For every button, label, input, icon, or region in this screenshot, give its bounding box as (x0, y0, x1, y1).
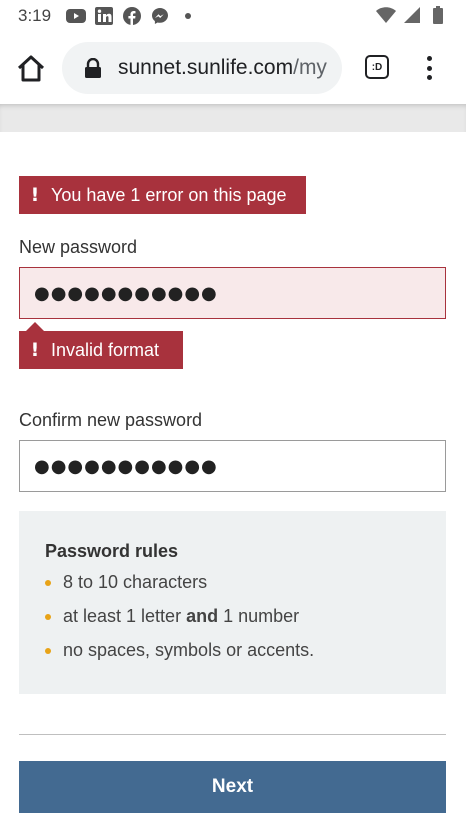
confirm-password-label: Confirm new password (19, 410, 203, 430)
rule-item: at least 1 letter and 1 number (45, 602, 420, 636)
url-bar[interactable]: sunnet.sunlife.com/my (62, 42, 342, 94)
new-password-input[interactable]: ●●●●●●●●●●● (19, 267, 446, 319)
inline-error-text: Invalid format (51, 339, 160, 360)
browser-toolbar: sunnet.sunlife.com/my :D (0, 32, 466, 104)
home-button[interactable] (16, 54, 46, 84)
menu-dot (426, 56, 432, 61)
url-domain: sunnet.sunlife.com (118, 56, 294, 79)
rule-item: 8 to 10 characters (45, 568, 420, 602)
youtube-icon (66, 7, 86, 25)
rule-item: no spaces, symbols or accents. (45, 636, 420, 670)
status-time: 3:19 (18, 6, 52, 25)
linkedin-icon (94, 7, 114, 25)
dot-icon (178, 7, 198, 25)
battery-icon (428, 6, 448, 24)
menu-dot (426, 75, 432, 80)
status-bar: 3:19 (0, 0, 466, 32)
password-rules-panel: Password rules 8 to 10 characters at lea… (19, 511, 446, 694)
home-icon (17, 55, 45, 82)
rule-text: no spaces, symbols or accents. (63, 640, 315, 660)
invalid-format-error: ! Invalid format (19, 322, 183, 369)
new-password-label: New password (19, 237, 138, 257)
more-menu-button[interactable] (422, 54, 436, 82)
password-rules-title: Password rules (45, 541, 179, 561)
facebook-icon (122, 7, 142, 25)
lock-icon (84, 57, 102, 78)
page-header-strip (0, 104, 466, 132)
rule-emphasis: and (186, 606, 219, 626)
rule-text: 8 to 10 characters (63, 572, 208, 592)
next-button[interactable]: Next (19, 761, 446, 813)
tab-switcher-button[interactable]: :D (365, 55, 389, 79)
signal-icon (402, 6, 422, 24)
messenger-icon (150, 7, 170, 25)
error-icon: ! (30, 339, 40, 361)
error-icon: ! (30, 184, 40, 206)
divider (19, 734, 446, 735)
url-path: /my (293, 56, 327, 79)
error-summary-banner: ! You have 1 error on this page (19, 176, 306, 214)
error-summary-text: You have 1 error on this page (51, 184, 287, 205)
url-text: sunnet.sunlife.com/my (118, 56, 327, 80)
confirm-password-input[interactable]: ●●●●●●●●●●● (19, 440, 446, 492)
rule-text-suffix: 1 number (223, 606, 300, 626)
rule-text: at least 1 letter (63, 606, 182, 626)
wifi-icon (376, 6, 396, 24)
menu-dot (426, 65, 432, 71)
